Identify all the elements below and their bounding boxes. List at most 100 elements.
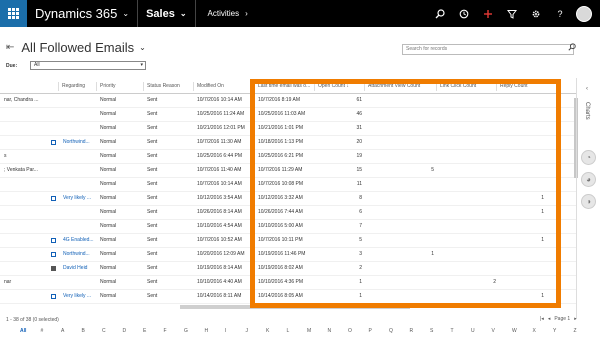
- chart-icon[interactable]: ◑: [581, 194, 596, 209]
- alphabet-letter[interactable]: B: [82, 328, 85, 334]
- cell-priority: Normal: [100, 111, 117, 117]
- column-divider[interactable]: [96, 82, 97, 91]
- alphabet-letter[interactable]: V: [492, 328, 495, 334]
- alphabet-letter[interactable]: O: [348, 328, 352, 334]
- chevron-down-icon[interactable]: ⌄: [139, 43, 146, 52]
- table-row[interactable]: Normal Sent 10/26/2016 8:14 AM 10/26/2016 7…: [0, 206, 576, 220]
- alphabet-letter[interactable]: T: [451, 328, 454, 334]
- record-type-icon: [51, 196, 56, 201]
- alphabet-letter[interactable]: S: [430, 328, 433, 334]
- view-title[interactable]: All Followed Emails: [21, 40, 134, 55]
- user-avatar[interactable]: [576, 5, 592, 22]
- alphabet-letter[interactable]: F: [164, 328, 167, 334]
- search-icon[interactable]: [428, 0, 452, 27]
- chart-icon[interactable]: ◕: [581, 172, 596, 187]
- column-header-priority[interactable]: Priority: [100, 83, 116, 89]
- column-divider[interactable]: [314, 82, 315, 91]
- cell-modified: 10/21/2016 12:01 PM: [197, 125, 245, 131]
- column-divider[interactable]: [364, 82, 365, 91]
- next-page-button[interactable]: ▸: [574, 316, 577, 322]
- alphabet-letter[interactable]: Y: [553, 328, 556, 334]
- app-launcher-button[interactable]: [0, 0, 27, 27]
- charts-label[interactable]: Charts: [584, 102, 590, 120]
- first-page-button[interactable]: |◂: [540, 316, 544, 322]
- chart-icon[interactable]: ◔: [581, 150, 596, 165]
- alphabet-letter[interactable]: D: [123, 328, 127, 334]
- table-row[interactable]: nar, Chandra ... Normal Sent 10/7/2016 10:1…: [0, 94, 576, 108]
- alphabet-letter[interactable]: Q: [389, 328, 393, 334]
- waffle-icon: [8, 8, 19, 19]
- column-divider[interactable]: [143, 82, 144, 91]
- alphabet-letter[interactable]: C: [102, 328, 106, 334]
- alphabet-letter[interactable]: E: [143, 328, 146, 334]
- app-switcher[interactable]: Dynamics 365 ⌄: [35, 6, 129, 21]
- alphabet-letter[interactable]: #: [41, 328, 44, 334]
- table-row[interactable]: Northwind... Normal Sent 10/20/2016 12:09 A…: [0, 248, 576, 262]
- alphabet-letter[interactable]: All: [20, 328, 26, 334]
- table-row[interactable]: Normal Sent 10/10/2016 4:54 AM 10/10/2016 5…: [0, 220, 576, 234]
- cell-open-count: 11: [356, 181, 362, 187]
- table-row[interactable]: Normal Sent 10/21/2016 12:01 PM 10/21/2016 …: [0, 122, 576, 136]
- column-header-open-count[interactable]: Open Count ↓: [318, 83, 349, 89]
- cell-regarding[interactable]: Northwind...: [63, 251, 90, 257]
- table-row[interactable]: David Heid Normal Sent 10/19/2016 8:14 AM 10…: [0, 262, 576, 276]
- table-row[interactable]: Normal Sent 10/7/2016 10:14 AM 10/7/2016 10…: [0, 178, 576, 192]
- cell-regarding[interactable]: Very likely ...: [63, 293, 91, 299]
- table-row[interactable]: Very likely ... Normal Sent 10/14/2016 8:11…: [0, 290, 576, 304]
- search-input[interactable]: Search for records: [402, 44, 574, 55]
- column-header-regarding[interactable]: Regarding: [62, 83, 85, 89]
- alphabet-letter[interactable]: K: [266, 328, 269, 334]
- cell-regarding[interactable]: Very likely ...: [63, 195, 91, 201]
- alphabet-letter[interactable]: P: [369, 328, 372, 334]
- cell-regarding[interactable]: David Heid: [63, 265, 87, 271]
- table-row[interactable]: nar Normal Sent 10/10/2016 4:40 AM 10/10/201…: [0, 276, 576, 290]
- alphabet-letter[interactable]: M: [307, 328, 311, 334]
- alphabet-letter[interactable]: U: [471, 328, 475, 334]
- column-header-last-opened[interactable]: Last time email was o...: [258, 83, 310, 89]
- cell-regarding[interactable]: Northwind...: [63, 139, 90, 145]
- column-divider[interactable]: [58, 82, 59, 91]
- expand-charts-icon[interactable]: ‹: [586, 86, 588, 92]
- table-row[interactable]: Very likely ... Normal Sent 10/12/2016 3:54…: [0, 192, 576, 206]
- column-divider[interactable]: [496, 82, 497, 91]
- breadcrumb[interactable]: Activities ›: [208, 9, 248, 18]
- search-icon[interactable]: [568, 43, 576, 53]
- alphabet-letter[interactable]: A: [61, 328, 64, 334]
- alphabet-letter[interactable]: I: [225, 328, 226, 334]
- filter-icon[interactable]: [500, 0, 524, 27]
- column-header-link-count[interactable]: Link Click Count: [440, 83, 476, 89]
- column-divider[interactable]: [193, 82, 194, 91]
- alphabet-letter[interactable]: W: [512, 328, 517, 334]
- table-row[interactable]: 4G Enabled... Normal Sent 10/7/2016 10:52 A…: [0, 234, 576, 248]
- alphabet-letter[interactable]: X: [533, 328, 536, 334]
- alphabet-letter[interactable]: R: [410, 328, 414, 334]
- add-icon[interactable]: [476, 0, 500, 27]
- cell-status: Sent: [147, 237, 158, 243]
- cell-regarding[interactable]: 4G Enabled...: [63, 237, 94, 243]
- table-row[interactable]: Normal Sent 10/25/2016 11:24 AM 10/25/2016 …: [0, 108, 576, 122]
- table-row[interactable]: Northwind... Normal Sent 10/7/2016 11:30 AM…: [0, 136, 576, 150]
- cell-priority: Normal: [100, 97, 117, 103]
- settings-icon[interactable]: [524, 0, 548, 27]
- column-header-reply-count[interactable]: Reply Count: [500, 83, 528, 89]
- pin-icon[interactable]: ⇤: [6, 42, 14, 53]
- alphabet-letter[interactable]: L: [287, 328, 290, 334]
- alphabet-letter[interactable]: N: [328, 328, 332, 334]
- table-row[interactable]: ; Venkata Par... Normal Sent 10/7/2016 11:4…: [0, 164, 576, 178]
- area-switcher[interactable]: Sales ⌄: [146, 8, 186, 20]
- alphabet-letter[interactable]: G: [184, 328, 188, 334]
- column-divider[interactable]: [436, 82, 437, 91]
- help-icon[interactable]: ?: [548, 0, 572, 27]
- prev-page-button[interactable]: ◂: [548, 316, 551, 322]
- column-header-status[interactable]: Status Reason: [147, 83, 180, 89]
- alphabet-letter[interactable]: Z: [574, 328, 577, 334]
- column-divider[interactable]: [254, 82, 255, 91]
- table-row[interactable]: s Normal Sent 10/25/2016 6:44 PM 10/25/2016 …: [0, 150, 576, 164]
- history-icon[interactable]: [452, 0, 476, 27]
- column-header-attach-count[interactable]: Attachment View Count: [368, 83, 420, 89]
- alphabet-letter[interactable]: J: [246, 328, 249, 334]
- due-filter-select[interactable]: All ▾: [30, 61, 146, 70]
- horizontal-scrollbar[interactable]: [180, 305, 410, 309]
- column-header-modified[interactable]: Modified On: [197, 83, 224, 89]
- alphabet-letter[interactable]: H: [205, 328, 209, 334]
